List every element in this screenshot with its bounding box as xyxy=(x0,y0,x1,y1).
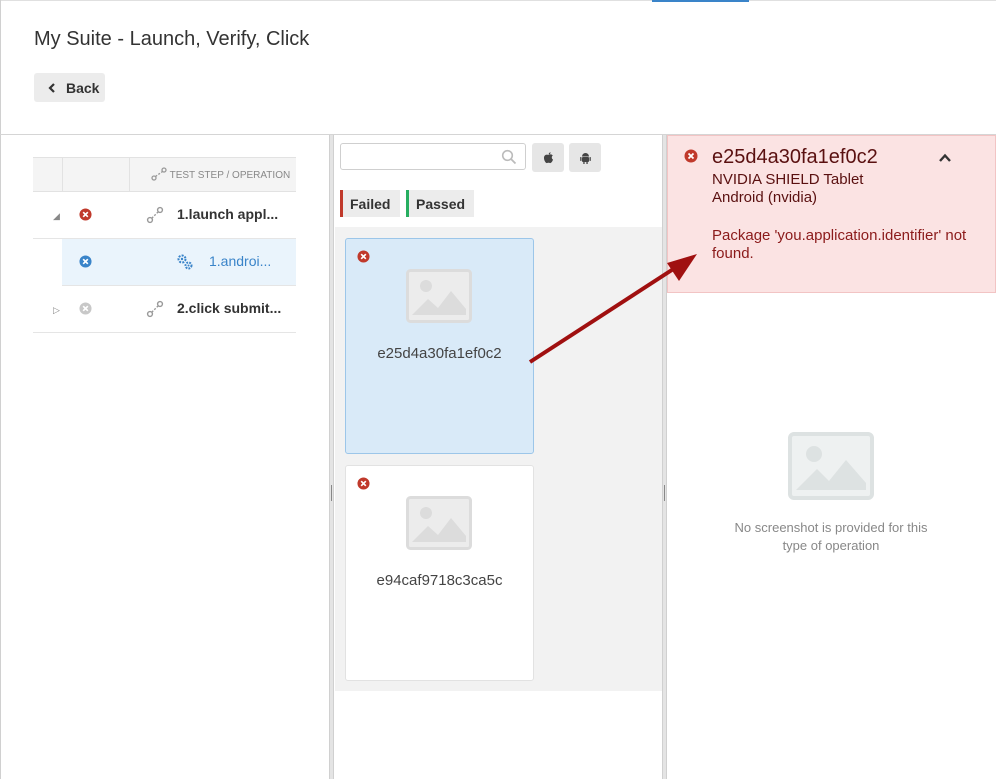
filter-failed[interactable]: Failed xyxy=(340,190,400,217)
device-search-input[interactable] xyxy=(340,143,526,170)
chevron-up-icon[interactable] xyxy=(938,151,952,165)
tree-row-label: 1.androi... xyxy=(209,253,272,269)
filter-passed[interactable]: Passed xyxy=(406,190,474,217)
splitter-grip[interactable] xyxy=(331,485,332,501)
chevron-left-icon xyxy=(48,82,55,93)
detail-panel: e25d4a30fa1ef0c2 NVIDIA SHIELD Tablet An… xyxy=(667,135,996,779)
tree-row-label: 1.launch appl... xyxy=(177,206,279,222)
filter-label: Passed xyxy=(416,195,466,212)
tree-row-label: 2.click submit... xyxy=(177,300,282,316)
device-card[interactable]: e94caf9718c3ca5c xyxy=(345,465,534,681)
column-divider xyxy=(129,158,130,191)
tree-header: TEST STEP / OPERATION xyxy=(33,157,296,192)
ios-filter-button[interactable] xyxy=(532,143,564,172)
operation-gears-icon xyxy=(177,254,193,270)
tree-header-label: TEST STEP / OPERATION xyxy=(169,170,291,181)
android-filter-button[interactable] xyxy=(569,143,601,172)
test-step-icon xyxy=(146,206,164,224)
page-title: My Suite - Launch, Verify, Click xyxy=(34,28,310,50)
image-placeholder-icon xyxy=(406,496,472,550)
failed-icon xyxy=(357,250,370,263)
no-screenshot-message: No screenshot is provided for this type … xyxy=(734,520,928,553)
error-alert: e25d4a30fa1ef0c2 NVIDIA SHIELD Tablet An… xyxy=(667,135,996,293)
tree-column-header[interactable]: TEST STEP / OPERATION xyxy=(151,167,296,181)
tree-row[interactable]: ▷ 2.click submit... xyxy=(33,286,296,333)
image-placeholder-icon xyxy=(406,269,472,323)
device-os: Android (nvidia) xyxy=(712,189,818,206)
failed-info-icon xyxy=(79,255,92,268)
device-card-id: e94caf9718c3ca5c xyxy=(376,572,503,589)
filter-label: Failed xyxy=(350,195,391,212)
apple-icon xyxy=(543,151,553,163)
window-left-border xyxy=(0,0,1,779)
collapsed-triangle-icon[interactable]: ▷ xyxy=(53,305,60,316)
device-card-id: e25d4a30fa1ef0c2 xyxy=(377,345,502,362)
tree-row-selected[interactable]: 1.androi... xyxy=(62,239,296,286)
column-divider xyxy=(62,158,63,191)
expanded-triangle-icon[interactable]: ◢ xyxy=(53,211,60,222)
test-step-icon xyxy=(151,167,167,181)
device-card-selected[interactable]: e25d4a30fa1ef0c2 xyxy=(345,238,534,454)
device-id-heading: e25d4a30fa1ef0c2 xyxy=(712,146,878,168)
error-message: Package 'you.application.identifier' not… xyxy=(712,227,967,262)
active-tab-indicator xyxy=(652,0,749,2)
window-top-border xyxy=(0,0,996,1)
back-button-label: Back xyxy=(66,79,100,96)
tree-row[interactable]: ◢ 1.launch appl... xyxy=(33,192,296,239)
back-button[interactable]: Back xyxy=(34,73,105,102)
splitter-grip[interactable] xyxy=(664,485,665,501)
failed-icon xyxy=(684,149,698,163)
search-icon xyxy=(501,149,517,165)
failed-icon xyxy=(357,477,370,490)
devices-panel: Failed Passed e25d4a30fa1ef0c2 e94caf971… xyxy=(335,135,662,779)
left-splitter[interactable] xyxy=(329,135,334,779)
failed-icon xyxy=(79,208,92,221)
no-screenshot-icon xyxy=(788,432,874,500)
device-name: NVIDIA SHIELD Tablet xyxy=(712,171,864,188)
test-step-icon xyxy=(146,300,164,318)
passed-color-bar xyxy=(406,190,409,217)
skipped-icon xyxy=(79,302,92,315)
android-icon xyxy=(579,152,591,164)
failed-color-bar xyxy=(340,190,343,217)
test-step-tree: TEST STEP / OPERATION ◢ 1.launch appl...… xyxy=(33,157,296,333)
